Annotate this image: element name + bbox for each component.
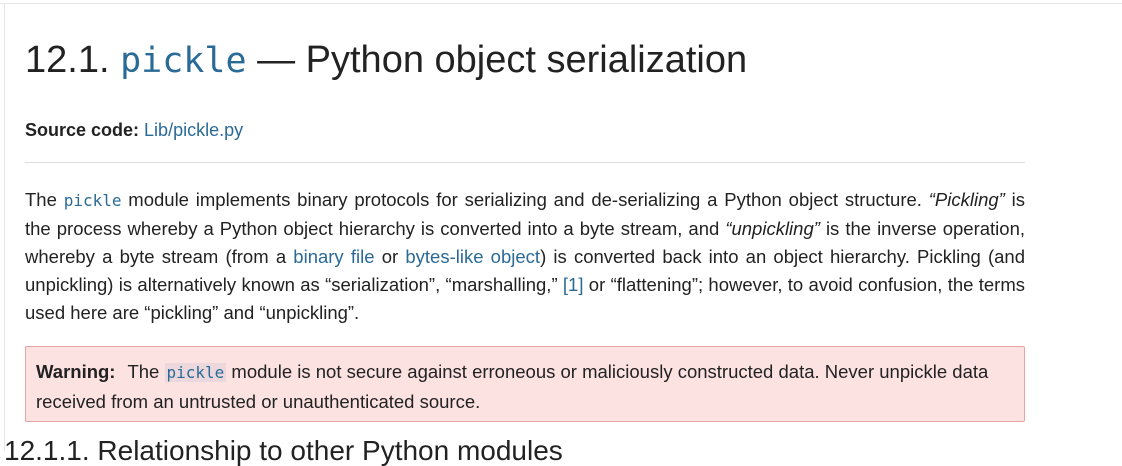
next-section-heading: 12.1.1. Relationship to other Python mod… [4,435,563,466]
divider [25,162,1025,163]
text: module implements binary protocols for s… [121,189,929,210]
term-unpickling: “unpickling” [725,218,820,239]
source-code-line: Source code: Lib/pickle.py [25,118,243,142]
top-border [0,0,1122,4]
source-code-link[interactable]: Lib/pickle.py [144,120,243,140]
text: The [127,361,165,382]
bytes-like-object-link[interactable]: bytes-like object [405,246,540,267]
inline-code-pickle[interactable]: pickle [64,191,122,210]
warning-box: Warning: The pickle module is not secure … [25,346,1025,422]
left-border [4,4,5,451]
footnote-link[interactable]: [1] [563,274,584,295]
source-code-label: Source code: [25,120,140,140]
section-number: 12.1. [25,39,110,81]
binary-file-link[interactable]: binary file [293,246,374,267]
term-pickling: “Pickling” [928,189,1005,210]
page-title: 12.1. pickle — Python object serializati… [25,38,747,83]
intro-paragraph: The pickle module implements binary prot… [25,186,1025,327]
text: The [25,189,64,210]
text: or [374,246,406,267]
warning-label: Warning: [36,361,116,382]
title-text: — Python object serialization [257,39,748,81]
inline-code-pickle[interactable]: pickle [164,363,227,382]
module-name: pickle [120,41,247,81]
